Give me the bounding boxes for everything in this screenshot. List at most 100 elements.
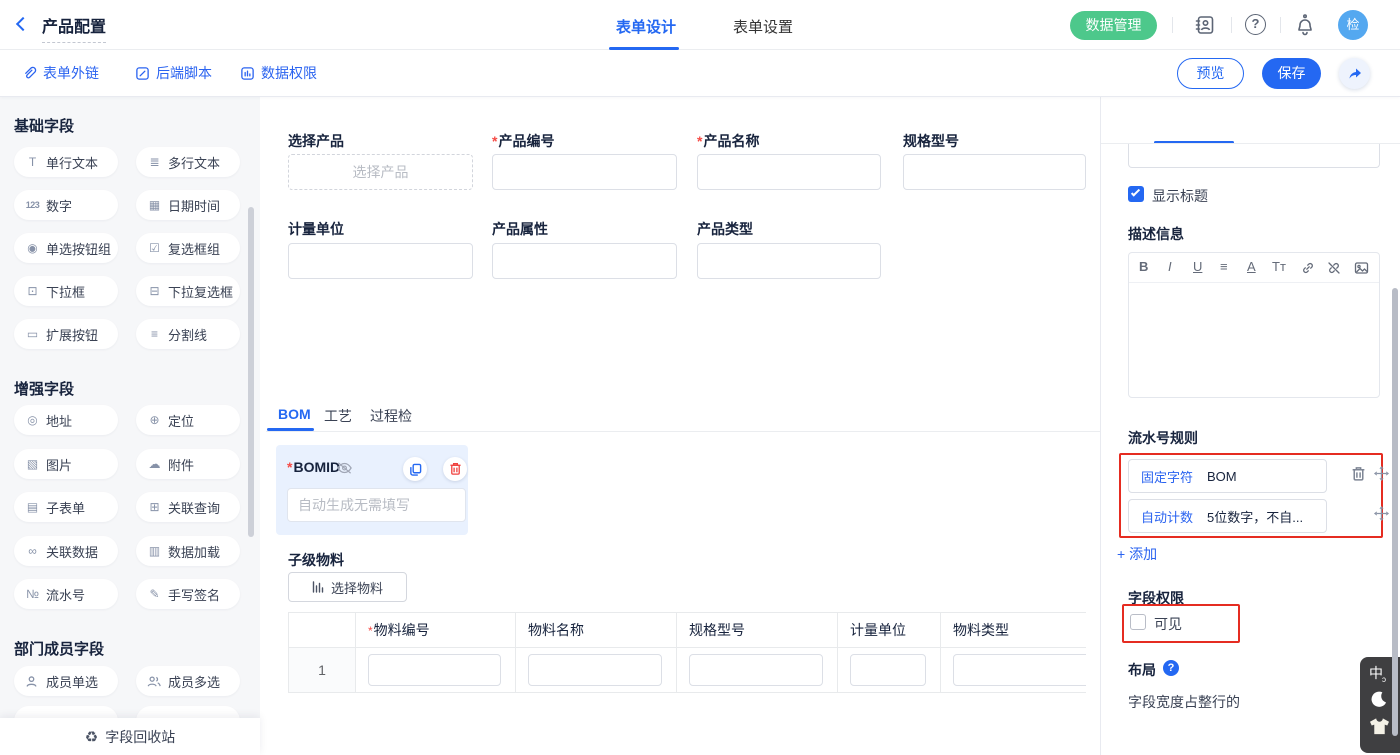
field-item-single-line-text[interactable]: T单行文本 <box>14 147 118 177</box>
field-item-multi-line-text[interactable]: ≣多行文本 <box>136 147 240 177</box>
multi-dropdown-icon: ⊟ <box>147 284 162 298</box>
product-attr-input[interactable] <box>492 243 677 279</box>
sidebar-scrollbar[interactable] <box>248 207 254 537</box>
material-type-input[interactable] <box>953 654 1086 686</box>
field-item-attachment[interactable]: ☁附件 <box>136 449 240 479</box>
spec-model-cell-input[interactable] <box>689 654 823 686</box>
save-button[interactable]: 保存 <box>1262 58 1321 89</box>
field-item-radio-group[interactable]: ◉单选按钮组 <box>14 233 118 263</box>
show-title-checkbox[interactable] <box>1128 186 1144 202</box>
link-chain-icon: ∞ <box>25 544 40 558</box>
insert-image-icon[interactable] <box>1354 261 1369 275</box>
field-item-related-query[interactable]: ⊞关联查询 <box>136 492 240 522</box>
field-recycle-bin[interactable]: ♻ 字段回收站 <box>0 718 260 755</box>
product-name-input[interactable] <box>697 154 881 190</box>
font-size-icon[interactable]: Tᴛ <box>1272 259 1286 274</box>
add-rule-link[interactable]: + 添加 <box>1117 544 1157 564</box>
delete-field-button[interactable] <box>443 457 467 481</box>
share-button[interactable] <box>1339 58 1370 89</box>
unit-cell-input[interactable] <box>850 654 926 686</box>
language-toggle-icon[interactable]: 中ɔ <box>1369 663 1383 683</box>
select-product-input[interactable] <box>288 154 473 190</box>
select-material-button[interactable]: 选择物料 <box>288 572 407 602</box>
field-item-address[interactable]: ◎地址 <box>14 405 118 435</box>
tab-process-check[interactable]: 过程检 <box>370 406 412 426</box>
unlink-icon[interactable] <box>1327 261 1341 275</box>
calendar-icon: ▦ <box>147 198 162 212</box>
panel-scrollbar[interactable] <box>1392 288 1398 736</box>
help-icon[interactable]: ? <box>1245 14 1266 35</box>
field-item-data-load[interactable]: ▥数据加载 <box>136 536 240 566</box>
subform-icon: ▤ <box>25 500 40 514</box>
material-code-input[interactable] <box>368 654 501 686</box>
bold-icon[interactable]: B <box>1139 259 1148 274</box>
field-item-subform[interactable]: ▤子表单 <box>14 492 118 522</box>
delete-rule-icon[interactable] <box>1351 466 1366 482</box>
field-item-number[interactable]: 123数字 <box>14 190 118 220</box>
field-label-unit: 计量单位 <box>288 219 344 239</box>
script-icon <box>135 66 150 81</box>
backend-script-link[interactable]: 后端脚本 <box>135 63 212 83</box>
field-item-divider[interactable]: ≡分割线 <box>136 319 240 349</box>
product-code-input[interactable] <box>492 154 677 190</box>
move-rule-icon[interactable] <box>1373 465 1390 482</box>
field-item-member-single[interactable]: 成员单选 <box>14 666 118 696</box>
field-item-serial-number[interactable]: №流水号 <box>14 579 118 609</box>
preview-button[interactable]: 预览 <box>1177 58 1244 89</box>
tab-bom[interactable]: BOM <box>278 406 311 422</box>
underline-icon[interactable]: U <box>1193 259 1202 274</box>
avatar[interactable]: 检 <box>1338 10 1368 40</box>
title-input-partial[interactable] <box>1128 144 1380 168</box>
field-item-related-data[interactable]: ∞关联数据 <box>14 536 118 566</box>
material-name-input[interactable] <box>528 654 662 686</box>
serial-rule-fixed-char[interactable]: 固定字符 BOM <box>1128 459 1327 493</box>
italic-icon[interactable]: I <box>1168 259 1172 274</box>
field-item-checkbox-group[interactable]: ☑复选框组 <box>136 233 240 263</box>
address-book-icon[interactable] <box>1194 14 1216 36</box>
description-textarea[interactable] <box>1129 283 1379 397</box>
col-header-material-type: 物料类型 <box>941 613 1087 648</box>
section-title-enhanced-fields: 增强字段 <box>14 378 74 399</box>
serial-rule-auto-count[interactable]: 自动计数 5位数字，不自... <box>1128 499 1327 533</box>
field-item-image[interactable]: ▧图片 <box>14 449 118 479</box>
paperclip-icon <box>22 66 37 81</box>
unit-input[interactable] <box>288 243 473 279</box>
bars-icon <box>312 581 325 593</box>
tab-process[interactable]: 工艺 <box>324 406 352 426</box>
form-toolbar: 表单外链 后端脚本 数据权限 预览 保存 <box>0 50 1400 97</box>
page-title[interactable]: 产品配置 <box>42 13 106 43</box>
data-manage-button[interactable]: 数据管理 <box>1070 11 1157 40</box>
layout-help-icon[interactable]: ? <box>1163 660 1179 676</box>
copy-field-button[interactable] <box>403 457 427 481</box>
field-item-multi-dropdown[interactable]: ⊟下拉复选框 <box>136 276 240 306</box>
textarea-icon: ≣ <box>147 155 162 169</box>
spec-model-input[interactable] <box>903 154 1086 190</box>
back-icon[interactable] <box>18 19 28 29</box>
description-editor[interactable]: B I U ≡ A Tᴛ <box>1128 252 1380 398</box>
form-external-link[interactable]: 表单外链 <box>22 63 99 83</box>
map-pin-icon: ◎ <box>25 413 40 427</box>
field-item-member-multi[interactable]: 成员多选 <box>136 666 240 696</box>
cell-material-type <box>941 648 1087 693</box>
font-color-icon[interactable]: A <box>1247 259 1256 274</box>
move-rule-icon[interactable] <box>1373 505 1390 522</box>
field-item-signature[interactable]: ✎手写签名 <box>136 579 240 609</box>
link-icon[interactable] <box>1301 261 1315 275</box>
data-permission-link[interactable]: 数据权限 <box>240 63 317 83</box>
selected-field-card[interactable]: *BOMID <box>276 445 468 535</box>
cell-material-name <box>516 648 677 693</box>
field-item-location[interactable]: ⊕定位 <box>136 405 240 435</box>
dark-mode-moon-icon[interactable] <box>1370 690 1389 709</box>
tab-form-design[interactable]: 表单设计 <box>616 16 676 37</box>
field-item-extend-button[interactable]: ▭扩展按钮 <box>14 319 118 349</box>
theme-tshirt-icon[interactable] <box>1369 717 1390 736</box>
bomid-input[interactable] <box>287 488 466 522</box>
product-type-input[interactable] <box>697 243 881 279</box>
tab-form-settings[interactable]: 表单设置 <box>733 16 793 37</box>
visible-checkbox[interactable] <box>1130 614 1146 630</box>
notification-bell-icon[interactable] <box>1294 13 1316 37</box>
align-icon[interactable]: ≡ <box>1220 259 1228 274</box>
field-item-dropdown[interactable]: ⊡下拉框 <box>14 276 118 306</box>
field-item-datetime[interactable]: ▦日期时间 <box>136 190 240 220</box>
row-index-cell: 1 <box>289 648 356 693</box>
